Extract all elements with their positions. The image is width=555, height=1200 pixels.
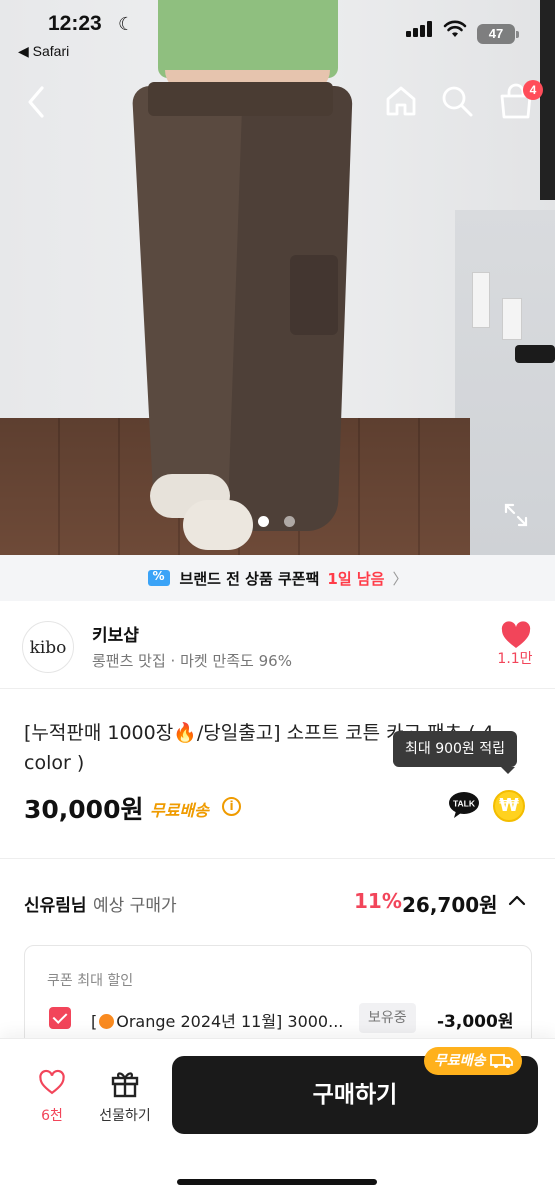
photo-cargo-pocket (290, 255, 338, 335)
coupon-name-bracket: [ (91, 1012, 98, 1031)
coupon-tag-icon (147, 569, 170, 586)
coupon-amount: -3,000원 (437, 1012, 514, 1032)
coupon-checkbox[interactable] (49, 1007, 71, 1029)
expected-price-row[interactable]: 신유림님 예상 구매가 11% 26,700원 (0, 876, 555, 926)
free-shipping-badge: 무료배송 (424, 1047, 522, 1075)
status-time: 12:23 (48, 12, 102, 35)
shop-logo: kibo (22, 621, 74, 673)
free-shipping-label: 무료배송 (150, 801, 209, 820)
product-price: 30,000원 (24, 795, 144, 824)
coupon-pack-banner[interactable]: 브랜드 전 상품 쿠폰팩 1일 남음 〉 (0, 555, 555, 601)
coupon-name-text: Orange 2024년 11월] 3000... (116, 1012, 344, 1031)
gift-icon (111, 1072, 139, 1098)
photo-outlet (502, 298, 522, 340)
coupon-banner-text: 브랜드 전 상품 쿠폰팩 (179, 569, 320, 588)
home-icon[interactable] (384, 84, 418, 118)
truck-icon (489, 1054, 513, 1068)
photo-shoe-right (183, 500, 253, 550)
search-icon[interactable] (440, 84, 474, 118)
heart-outline-icon (39, 1069, 65, 1095)
svg-text:TALK: TALK (453, 799, 476, 809)
section-divider (0, 858, 555, 859)
shop-info[interactable]: kibo 키보샵 롱팬츠 맛집 · 마켓 만족도 96% (0, 601, 555, 689)
photo-plug (515, 345, 555, 363)
bottom-action-bar: 6천 선물하기 구매하기 무료배송 (0, 1038, 555, 1200)
back-to-safari-link[interactable]: ◀ Safari (18, 43, 69, 60)
kakao-talk-icon[interactable]: TALK (448, 790, 480, 820)
shop-name: 키보샵 (92, 626, 139, 646)
moon-icon: ☾ (118, 14, 135, 35)
home-indicator (177, 1179, 377, 1185)
chevron-right-icon: 〉 (392, 569, 408, 588)
back-arrow-icon[interactable] (22, 82, 52, 122)
info-icon[interactable]: i (222, 797, 241, 816)
gift-button[interactable]: 선물하기 (92, 1069, 158, 1129)
free-shipping-badge-label: 무료배송 (434, 1053, 486, 1069)
orange-icon (99, 1014, 115, 1029)
coupon-box-header: 쿠폰 최대 할인 (47, 973, 134, 989)
points-won-icon[interactable]: ₩ (493, 790, 525, 822)
chevron-up-icon[interactable] (508, 894, 526, 906)
coupon-name: [ Orange 2024년 11월] 3000... (91, 1008, 347, 1032)
wifi-icon (443, 20, 467, 37)
coupon-banner-remaining: 1일 남음 (327, 569, 385, 588)
expand-icon[interactable] (503, 502, 529, 528)
gallery-dot[interactable] (284, 516, 295, 527)
discount-percent: 11% (354, 889, 402, 913)
expected-price-value: 26,700원 (402, 893, 498, 917)
cellular-signal-icon (406, 21, 432, 37)
photo-waistband (148, 82, 333, 116)
photo-outlet (472, 272, 490, 328)
gift-label: 선물하기 (99, 1108, 151, 1124)
shop-description: 롱팬츠 맛집 · 마켓 만족도 96% (92, 652, 292, 670)
points-tooltip: 최대 900원 적립 (393, 731, 518, 774)
like-button[interactable]: 6천 (30, 1069, 74, 1129)
coupon-status-badge: 보유중 (359, 1003, 416, 1033)
shop-like-count: 1.1만 (497, 651, 533, 667)
user-name: 신유림님 (24, 896, 87, 916)
gallery-pagination (258, 516, 298, 528)
status-bar: 12:23 ☾ ◀ Safari 47 (0, 0, 555, 70)
like-count: 6천 (41, 1108, 63, 1124)
cart-count-badge: 4 (523, 80, 543, 100)
expected-price-label: 예상 구매가 (93, 896, 177, 916)
gallery-dot-active[interactable] (258, 516, 269, 527)
battery-indicator: 47 (477, 24, 519, 44)
